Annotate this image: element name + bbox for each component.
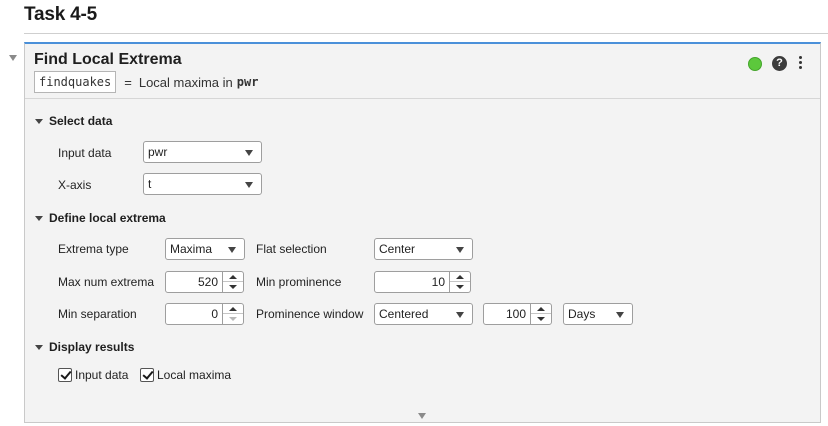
x-axis-label: X-axis [58,178,92,192]
max-num-extrema-label: Max num extrema [58,275,155,289]
task-header: Find Local Extrema findquakes = Local ma… [25,44,820,99]
checkbox-checked-icon[interactable] [58,368,72,382]
help-icon[interactable]: ? [772,56,787,71]
expand-output-arrow-icon[interactable] [418,413,426,419]
task-summary: findquakes = Local maxima in pwr [34,71,258,93]
prominence-window-dropdown[interactable]: Centered [374,303,473,325]
equals-sign: = [124,74,132,90]
window-size-spinner[interactable]: 100 [483,303,552,325]
chevron-down-icon [616,312,624,318]
dropdown-value: t [148,177,152,191]
summary-text: Local maxima in [138,74,233,90]
divider [24,33,828,34]
extrema-type-label: Extrema type [58,242,129,256]
chevron-down-icon [35,118,43,124]
chevron-down-icon [228,247,236,253]
spinner-buttons [530,304,551,324]
section-define-extrema[interactable]: Define local extrema [35,211,166,225]
spinner-value: 100 [505,307,526,321]
spinner-buttons [222,272,243,292]
more-options-icon[interactable] [797,55,803,71]
spinner-buttons [449,272,470,292]
summary-variable: pwr [236,75,259,89]
collapse-task-arrow-icon[interactable] [9,55,17,61]
max-num-extrema-spinner[interactable]: 520 [165,271,244,293]
input-data-dropdown[interactable]: pwr [143,141,262,163]
spinner-value: 520 [197,275,218,289]
decrement-icon[interactable] [223,282,243,292]
checkbox-label: Local maxima [157,368,232,382]
dropdown-value: Centered [379,307,429,321]
min-prominence-spinner[interactable]: 10 [374,271,471,293]
status-indicator-icon [748,57,762,71]
window-units-dropdown[interactable]: Days [563,303,633,325]
dropdown-value: Center [379,242,416,256]
extrema-type-dropdown[interactable]: Maxima [165,238,245,260]
local-maxima-checkbox[interactable]: Local maxima [140,368,231,382]
spinner-value: 10 [431,275,445,289]
dropdown-value: pwr [148,145,168,159]
function-name-field[interactable]: findquakes [34,71,117,93]
checkbox-label: Input data [75,368,129,382]
spinner-value: 0 [211,307,218,321]
section-display-results[interactable]: Display results [35,340,134,354]
dropdown-value: Maxima [170,242,213,256]
chevron-down-icon [35,344,43,350]
increment-icon[interactable] [450,272,470,282]
min-separation-label: Min separation [58,307,137,321]
increment-icon[interactable] [223,304,243,314]
decrement-icon[interactable] [450,282,470,292]
task-name: Find Local Extrema [34,51,182,68]
section-title: Display results [49,340,135,354]
page-title: Task 4-5 [24,4,98,25]
checkbox-checked-icon[interactable] [140,368,154,382]
chevron-down-icon [456,312,464,318]
live-task-panel: Find Local Extrema findquakes = Local ma… [24,42,821,423]
min-prominence-label: Min prominence [256,275,342,289]
chevron-down-icon [35,215,43,221]
flat-selection-dropdown[interactable]: Center [374,238,473,260]
min-separation-spinner[interactable]: 0 [165,303,244,325]
section-title: Define local extrema [49,211,166,225]
prominence-window-label: Prominence window [256,307,364,321]
flat-selection-label: Flat selection [256,242,327,256]
chevron-down-icon [245,150,253,156]
decrement-icon[interactable] [531,314,551,324]
spinner-buttons [222,304,243,324]
increment-icon[interactable] [223,272,243,282]
x-axis-dropdown[interactable]: t [143,173,262,195]
section-select-data[interactable]: Select data [35,114,112,128]
chevron-down-icon [245,182,253,188]
input-data-checkbox[interactable]: Input data [58,368,128,382]
section-title: Select data [49,114,113,128]
chevron-down-icon [456,247,464,253]
input-data-label: Input data [58,146,112,160]
dropdown-value: Days [568,307,596,321]
increment-icon[interactable] [531,304,551,314]
decrement-icon[interactable] [223,314,243,324]
